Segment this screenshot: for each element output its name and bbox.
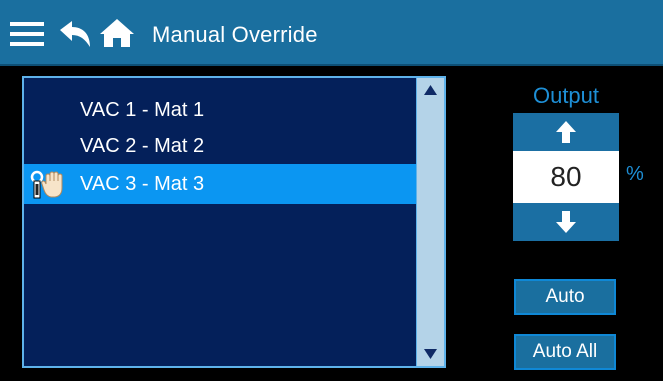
output-value-field[interactable]: 80	[513, 151, 619, 203]
increment-button[interactable]	[513, 113, 619, 151]
output-label: Output	[532, 83, 600, 108]
scroll-down-arrow-icon[interactable]	[424, 349, 437, 359]
output-stepper: 80	[513, 113, 619, 241]
override-list[interactable]: VAC 1 - Mat 1 VAC 2 - Mat 2 VAC 3 - Mat …	[22, 76, 446, 368]
menu-icon[interactable]	[10, 22, 44, 46]
list-item-label: VAC 2 - Mat 2	[80, 135, 205, 157]
home-icon[interactable]	[100, 19, 134, 47]
list-item[interactable]: VAC 2 - Mat 2	[24, 126, 417, 166]
scroll-up-arrow-icon[interactable]	[424, 85, 437, 95]
auto-button[interactable]: Auto	[514, 279, 616, 315]
list-scrollbar[interactable]	[416, 78, 444, 366]
output-unit: %	[626, 163, 644, 185]
decrement-button[interactable]	[513, 203, 619, 241]
auto-all-button[interactable]: Auto All	[514, 334, 616, 370]
header-bar: Manual Override	[0, 0, 663, 66]
back-icon[interactable]	[58, 21, 92, 47]
list-item-label: VAC 1 - Mat 1	[80, 99, 205, 121]
list-item-selected[interactable]: VAC 3 - Mat 3	[24, 164, 417, 204]
page-title: Manual Override	[152, 22, 318, 47]
list-item[interactable]: VAC 1 - Mat 1	[24, 90, 417, 130]
list-item-label: VAC 3 - Mat 3	[80, 173, 205, 195]
manual-hold-icon	[30, 170, 63, 199]
arrow-up-icon	[556, 121, 576, 143]
arrow-down-icon	[556, 211, 576, 233]
